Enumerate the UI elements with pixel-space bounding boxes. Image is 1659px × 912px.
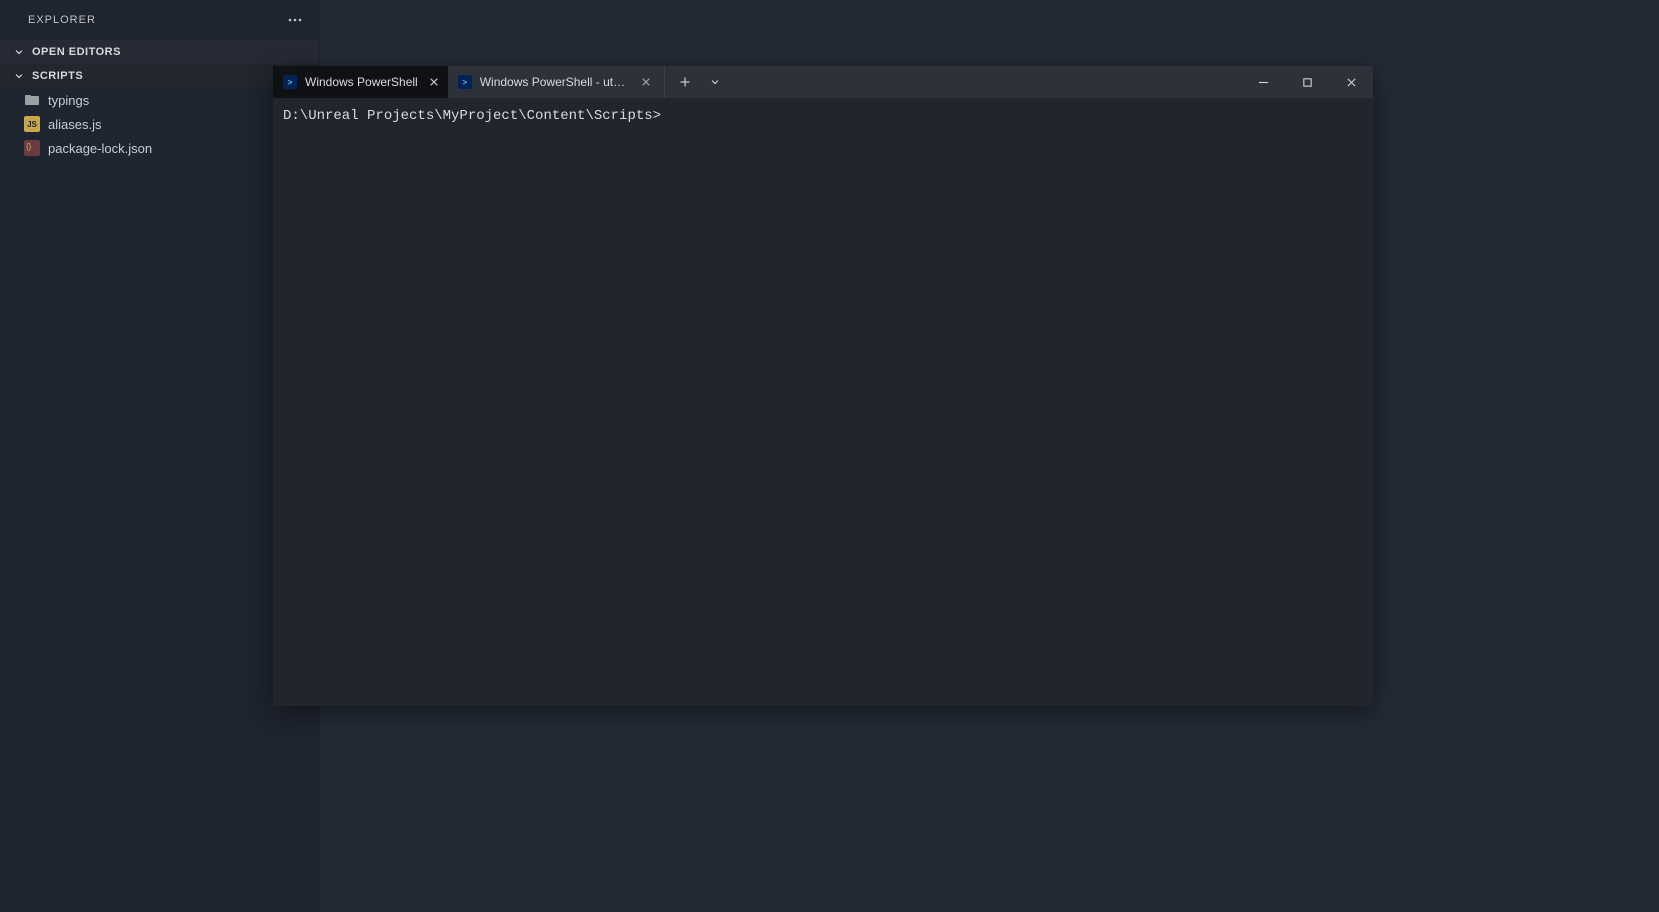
powershell-icon [283,75,297,89]
close-icon[interactable] [428,76,440,88]
tab-label: Windows PowerShell [305,75,418,89]
file-name: aliases.js [48,117,101,132]
folder-icon [24,92,40,108]
tab-label: Windows PowerShell - uts watc [480,75,630,89]
close-icon[interactable] [640,76,652,88]
file-row[interactable]: typings [0,88,319,112]
explorer-header: EXPLORER [0,0,319,40]
section-label: OPEN EDITORS [32,46,121,58]
chevron-down-icon [12,45,26,59]
tab-controls [664,66,735,98]
terminal-tab[interactable]: Windows PowerShell - uts watc [448,66,660,98]
terminal-prompt: D:\Unreal Projects\MyProject\Content\Scr… [283,108,661,124]
section-scripts[interactable]: SCRIPTS [0,64,319,88]
terminal-tab-active[interactable]: Windows PowerShell [273,66,448,98]
chevron-down-icon [12,69,26,83]
js-file-icon: JS [24,116,40,132]
file-row[interactable]: package-lock.json [0,136,319,160]
json-file-icon [24,140,40,156]
file-row[interactable]: JS aliases.js [0,112,319,136]
file-name: package-lock.json [48,141,152,156]
terminal-tabs: Windows PowerShell Windows PowerShell - … [273,66,660,98]
terminal-window: Windows PowerShell Windows PowerShell - … [273,66,1373,706]
tab-dropdown-button[interactable] [701,68,729,96]
explorer-title: EXPLORER [28,14,96,26]
new-tab-button[interactable] [671,68,699,96]
terminal-body[interactable]: D:\Unreal Projects\MyProject\Content\Scr… [273,98,1373,706]
explorer-sidebar: EXPLORER OPEN EDITORS SCRIPTS typings JS… [0,0,320,912]
minimize-button[interactable] [1241,66,1285,98]
maximize-button[interactable] [1285,66,1329,98]
section-open-editors[interactable]: OPEN EDITORS [0,40,319,64]
file-name: typings [48,93,89,108]
terminal-titlebar[interactable]: Windows PowerShell Windows PowerShell - … [273,66,1373,98]
section-label: SCRIPTS [32,70,83,82]
more-icon[interactable] [283,8,307,32]
powershell-icon [458,75,472,89]
close-window-button[interactable] [1329,66,1373,98]
window-controls [1241,66,1373,98]
